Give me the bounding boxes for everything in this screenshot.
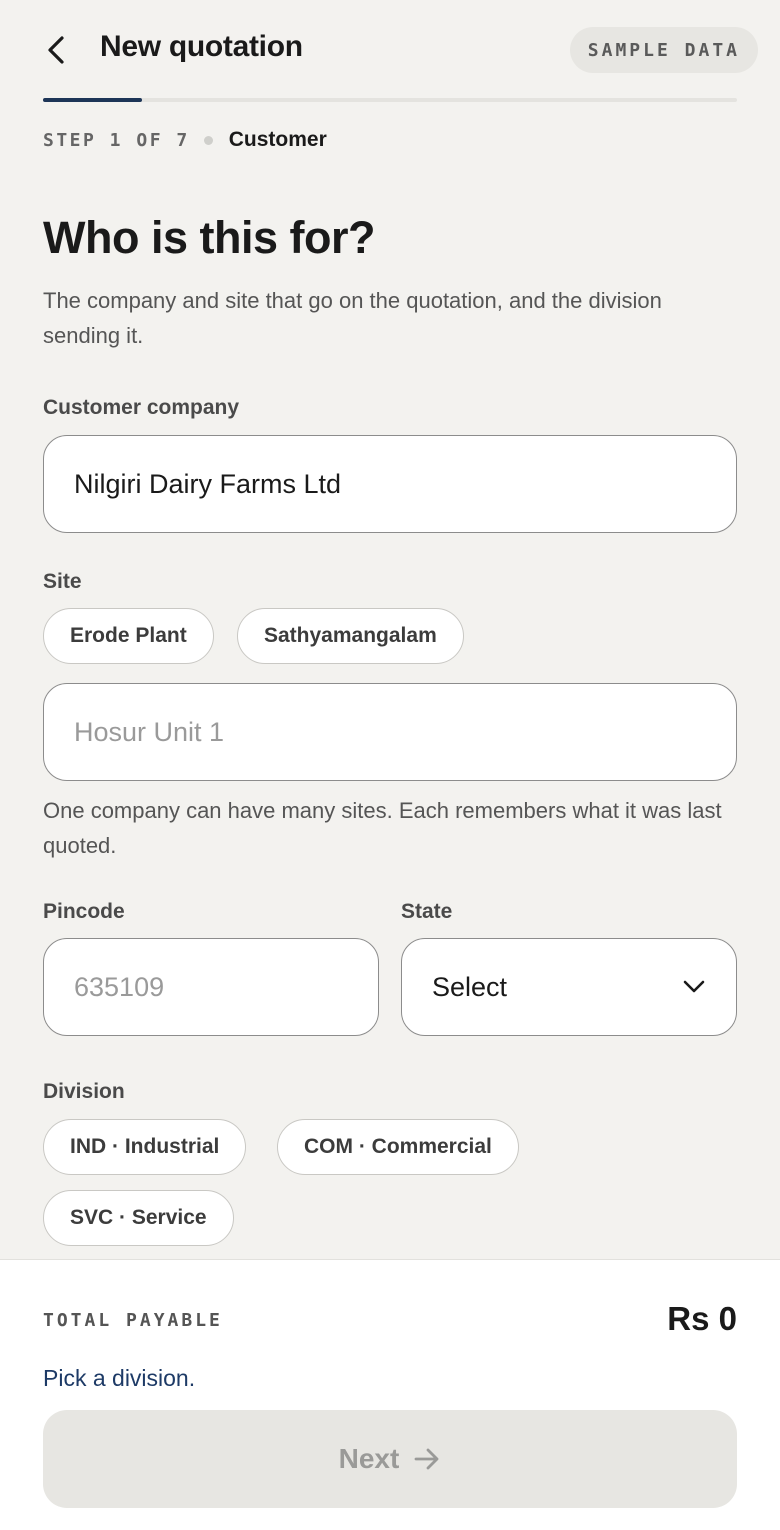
pincode-input[interactable]: [74, 971, 348, 1003]
site-input[interactable]: [74, 716, 706, 748]
progress-fill: [43, 98, 143, 102]
footer-summary: TOTAL PAYABLE Rs 0 Pick a division. Next: [0, 1259, 780, 1530]
progress-bar: [43, 98, 737, 102]
total-payable-value: Rs 0: [667, 1300, 737, 1337]
arrow-right-icon: [413, 1447, 441, 1471]
chevron-down-icon: [683, 980, 705, 993]
chevron-left-icon: [48, 36, 64, 64]
division-chip-industrial[interactable]: IND · Industrial: [43, 1119, 247, 1175]
site-field[interactable]: [43, 683, 737, 781]
back-button[interactable]: [36, 28, 76, 72]
sample-data-badge: SAMPLE DATA: [569, 27, 758, 73]
next-button[interactable]: Next: [43, 1410, 737, 1508]
division-chip-commercial[interactable]: COM · Commercial: [277, 1119, 519, 1175]
site-hint: One company can have many sites. Each re…: [43, 798, 722, 858]
site-chip-sathyamangalam[interactable]: Sathyamangalam: [237, 608, 464, 664]
pincode-label: Pincode: [43, 900, 125, 923]
page-title: New quotation: [100, 30, 303, 63]
state-select-value: Select: [432, 971, 508, 1002]
division-label: Division: [43, 1080, 125, 1103]
pincode-field[interactable]: [43, 938, 379, 1036]
state-select[interactable]: Select: [401, 938, 737, 1036]
step-count: STEP 1 OF 7: [43, 129, 190, 151]
section-heading: Who is this for?: [43, 212, 375, 263]
site-label: Site: [43, 570, 82, 593]
customer-company-label: Customer company: [43, 396, 240, 419]
division-chip-service[interactable]: SVC · Service: [43, 1190, 234, 1246]
state-label: State: [401, 900, 453, 923]
step-indicator: STEP 1 OF 7 Customer: [43, 127, 327, 153]
footer-hint: Pick a division.: [43, 1365, 196, 1391]
section-description: The company and site that go on the quot…: [43, 288, 662, 348]
customer-company-input[interactable]: [74, 468, 706, 500]
customer-company-field[interactable]: [43, 435, 737, 533]
header: New quotation SAMPLE DATA: [0, 0, 780, 102]
total-payable-label: TOTAL PAYABLE: [43, 1310, 223, 1331]
next-button-label: Next: [338, 1443, 400, 1474]
step-name: Customer: [228, 128, 327, 151]
site-chip-erode-plant[interactable]: Erode Plant: [43, 608, 214, 664]
step-separator-dot: [203, 135, 213, 145]
